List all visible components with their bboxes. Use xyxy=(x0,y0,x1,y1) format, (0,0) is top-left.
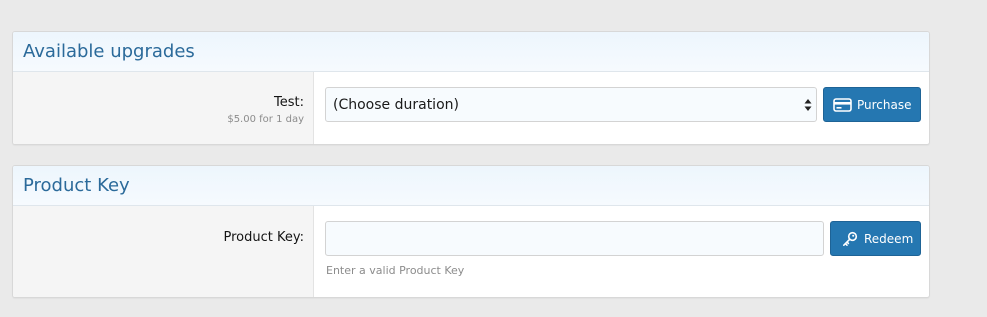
duration-select-value: (Choose duration) xyxy=(333,96,459,113)
product-key-input[interactable] xyxy=(325,221,824,256)
purchase-button-label: Purchase xyxy=(857,97,912,112)
key-icon xyxy=(842,231,858,247)
redeem-button-label: Redeem xyxy=(864,231,914,246)
credit-card-icon xyxy=(833,97,852,112)
upgrade-label-column: Test: $5.00 for 1 day xyxy=(13,72,314,144)
upgrade-field-column: (Choose duration) Purchase xyxy=(314,72,929,144)
product-key-label: Product Key: xyxy=(223,230,305,245)
available-upgrades-title: Available upgrades xyxy=(13,32,929,72)
product-key-hint: Enter a valid Product Key xyxy=(326,264,465,277)
product-key-panel: Product Key Product Key: Enter a valid P… xyxy=(12,165,930,298)
available-upgrades-panel: Available upgrades Test: $5.00 for 1 day… xyxy=(12,31,930,145)
duration-select[interactable]: (Choose duration) xyxy=(325,87,817,122)
upgrade-price-label: $5.00 for 1 day xyxy=(227,114,304,125)
purchase-button[interactable]: Purchase xyxy=(823,87,921,122)
sort-arrows-icon xyxy=(804,98,812,112)
redeem-button[interactable]: Redeem xyxy=(830,221,921,256)
upgrade-name-label: Test: xyxy=(274,95,304,110)
product-key-field-column: Enter a valid Product Key Redeem xyxy=(314,206,929,297)
product-key-row: Product Key: Enter a valid Product Key R… xyxy=(13,206,929,297)
upgrade-row: Test: $5.00 for 1 day (Choose duration) xyxy=(13,72,929,144)
product-key-title: Product Key xyxy=(13,166,929,206)
product-key-label-column: Product Key: xyxy=(13,206,314,297)
